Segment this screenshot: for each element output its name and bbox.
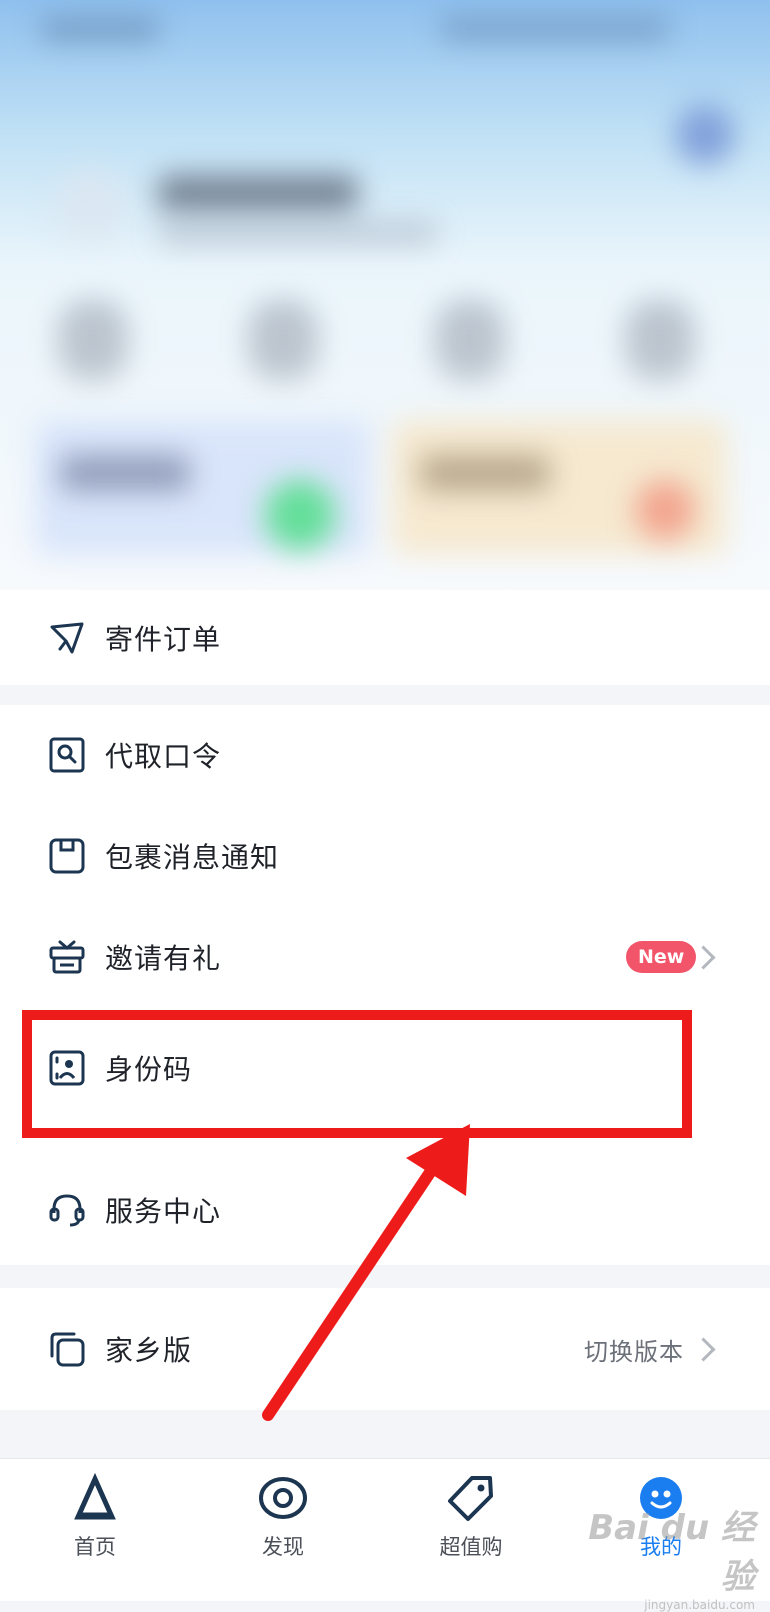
menu-label: 家乡版 — [105, 1334, 193, 1367]
menu-label: 寄件订单 — [105, 622, 222, 656]
menu-item-invite[interactable]: 邀请有礼 New — [0, 907, 770, 1007]
menu-label: 代取口令 — [105, 740, 222, 773]
user-avatar[interactable] — [55, 170, 125, 240]
paper-plane-icon — [48, 619, 86, 657]
eye-icon — [258, 1473, 308, 1523]
promo-card-left-icon — [265, 480, 335, 550]
chevron-right-icon — [691, 1336, 716, 1362]
new-badge: New — [626, 941, 697, 973]
promo-card-right-text — [420, 455, 550, 491]
message-box-icon — [48, 837, 86, 875]
gift-box-icon — [48, 938, 86, 976]
menu-label: 邀请有礼 — [105, 942, 222, 975]
tab-mine[interactable]: 我的 — [596, 1459, 726, 1601]
search-card-icon — [48, 736, 86, 774]
promo-card-left-text — [60, 455, 190, 491]
user-subtitle — [158, 222, 438, 244]
tab-label: 超值购 — [439, 1535, 503, 1559]
tab-label: 首页 — [74, 1535, 116, 1559]
tag-icon — [446, 1473, 496, 1523]
status-bar-right — [440, 18, 670, 40]
menu-card-tools: 代取口令 包裹消息通知 邀请有礼 New 身份码 服务中心 — [0, 705, 770, 1265]
quick-action-1[interactable] — [58, 300, 128, 380]
menu-item-id-code[interactable]: 身份码 — [0, 1018, 770, 1118]
tab-label: 我的 — [640, 1535, 682, 1559]
chevron-right-icon — [691, 944, 716, 970]
blurred-profile-header — [0, 0, 770, 590]
profile-icon — [636, 1473, 686, 1523]
menu-item-service[interactable]: 服务中心 — [0, 1160, 770, 1260]
menu-card-orders: 寄件订单 — [0, 590, 770, 685]
tab-deals[interactable]: 超值购 — [406, 1459, 536, 1601]
user-name — [158, 175, 358, 211]
tab-discover[interactable]: 发现 — [218, 1459, 348, 1601]
menu-item-pickup-code[interactable]: 代取口令 — [0, 705, 770, 805]
menu-label: 包裹消息通知 — [105, 841, 280, 874]
quick-action-4[interactable] — [625, 300, 695, 380]
tab-label: 发现 — [262, 1535, 304, 1559]
menu-label: 服务中心 — [105, 1195, 222, 1228]
tab-home[interactable]: 首页 — [30, 1459, 160, 1601]
settings-avatar-icon[interactable] — [675, 105, 735, 165]
menu-item-send-orders[interactable]: 寄件订单 — [0, 590, 770, 685]
id-scan-icon — [48, 1049, 86, 1087]
quick-action-3[interactable] — [435, 300, 505, 380]
home-logo-icon — [70, 1472, 120, 1523]
menu-item-hometown[interactable]: 家乡版 切换版本 — [0, 1299, 770, 1399]
menu-item-package-notify[interactable]: 包裹消息通知 — [0, 806, 770, 906]
menu-label: 身份码 — [105, 1053, 193, 1086]
promo-card-right-icon — [635, 480, 695, 540]
menu-card-version: 家乡版 切换版本 — [0, 1288, 770, 1410]
quick-action-2[interactable] — [248, 300, 318, 380]
status-bar-left — [40, 18, 160, 40]
copy-icon — [48, 1330, 86, 1368]
switch-version-link[interactable]: 切换版本 — [584, 1332, 684, 1367]
headset-icon — [48, 1191, 86, 1229]
bottom-tab-bar: 首页 发现 超值购 我的 — [0, 1458, 770, 1601]
